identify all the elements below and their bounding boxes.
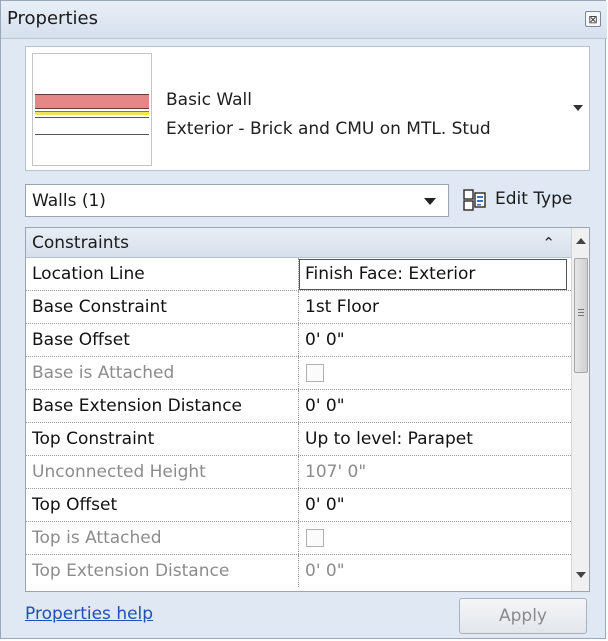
property-row-top-extension-distance: Top Extension Distance 0' 0" (26, 555, 571, 588)
close-icon[interactable]: ⊠ (585, 11, 601, 27)
edit-type-icon (463, 189, 486, 211)
family-name: Basic Wall (166, 90, 252, 110)
edit-type-button[interactable]: Edit Type (459, 184, 587, 217)
grip-icon (578, 309, 584, 310)
property-row-top-offset[interactable]: Top Offset 0' 0" (26, 489, 571, 522)
brick-layer (35, 94, 149, 109)
group-label: Constraints (32, 233, 129, 253)
property-value[interactable]: Finish Face: Exterior (305, 264, 475, 284)
property-name: Base is Attached (32, 363, 175, 383)
property-row-base-is-attached: Base is Attached (26, 357, 571, 390)
collapse-icon[interactable]: ⌃ (542, 234, 555, 252)
column-divider (298, 357, 299, 389)
property-value[interactable]: Up to level: Parapet (305, 429, 473, 449)
type-selector[interactable]: Basic Wall Exterior - Brick and CMU on M… (25, 46, 590, 171)
property-row-base-extension-distance[interactable]: Base Extension Distance 0' 0" (26, 390, 571, 423)
column-divider (298, 390, 299, 422)
property-value[interactable]: 0' 0" (305, 495, 345, 515)
property-name: Top Constraint (32, 429, 155, 449)
wall-type-preview-image (32, 53, 152, 166)
edit-type-label: Edit Type (495, 189, 573, 209)
property-row-top-is-attached: Top is Attached (26, 522, 571, 555)
scroll-up-arrow-icon[interactable] (576, 238, 586, 244)
property-value: 0' 0" (305, 561, 345, 581)
vertical-scrollbar[interactable] (571, 228, 589, 591)
type-name: Exterior - Brick and CMU on MTL. Stud (166, 119, 491, 139)
insulation-layer (35, 111, 149, 115)
property-value[interactable]: 0' 0" (305, 396, 345, 416)
column-divider (298, 489, 299, 521)
top-attached-checkbox (306, 529, 324, 547)
constraints-group-header[interactable]: Constraints ⌃ (26, 228, 571, 258)
chevron-down-icon[interactable] (573, 105, 583, 111)
palette-title: Properties (7, 8, 98, 29)
property-name: Location Line (32, 264, 145, 284)
property-row-location-line[interactable]: Location Line Finish Face: Exterior (26, 258, 571, 291)
scroll-down-arrow-icon[interactable] (576, 572, 586, 578)
properties-help-link[interactable]: Properties help (25, 604, 153, 624)
palette-titlebar[interactable]: Properties ⊠ (1, 1, 607, 39)
chevron-down-icon[interactable] (424, 198, 436, 205)
column-divider (298, 423, 299, 455)
property-name: Top is Attached (32, 528, 162, 548)
stud-layer (35, 117, 149, 135)
property-name: Top Extension Distance (32, 561, 230, 581)
column-divider (298, 291, 299, 323)
property-row-base-offset[interactable]: Base Offset 0' 0" (26, 324, 571, 357)
property-value[interactable]: 0' 0" (305, 330, 345, 350)
property-name: Base Constraint (32, 297, 167, 317)
property-name: Top Offset (32, 495, 118, 515)
column-divider (298, 324, 299, 356)
property-name: Base Extension Distance (32, 396, 242, 416)
properties-grid: Constraints ⌃ Location Line Finish Face:… (25, 227, 590, 592)
property-value[interactable]: 1st Floor (305, 297, 379, 317)
column-divider (298, 522, 299, 554)
property-row-top-constraint[interactable]: Top Constraint Up to level: Parapet (26, 423, 571, 456)
property-value: 107' 0" (305, 462, 367, 482)
scrollbar-thumb[interactable] (574, 258, 588, 373)
property-name: Base Offset (32, 330, 130, 350)
column-divider (298, 456, 299, 488)
column-divider (298, 555, 299, 587)
base-attached-checkbox (306, 364, 324, 382)
properties-palette: Properties ⊠ Basic Wall Exterior - Brick… (0, 0, 607, 639)
apply-button[interactable]: Apply (459, 598, 587, 634)
property-row-unconnected-height: Unconnected Height 107' 0" (26, 456, 571, 489)
instance-filter-dropdown[interactable]: Walls (1) (25, 184, 449, 217)
filter-value: Walls (1) (32, 191, 106, 211)
property-row-base-constraint[interactable]: Base Constraint 1st Floor (26, 291, 571, 324)
property-name: Unconnected Height (32, 462, 206, 482)
